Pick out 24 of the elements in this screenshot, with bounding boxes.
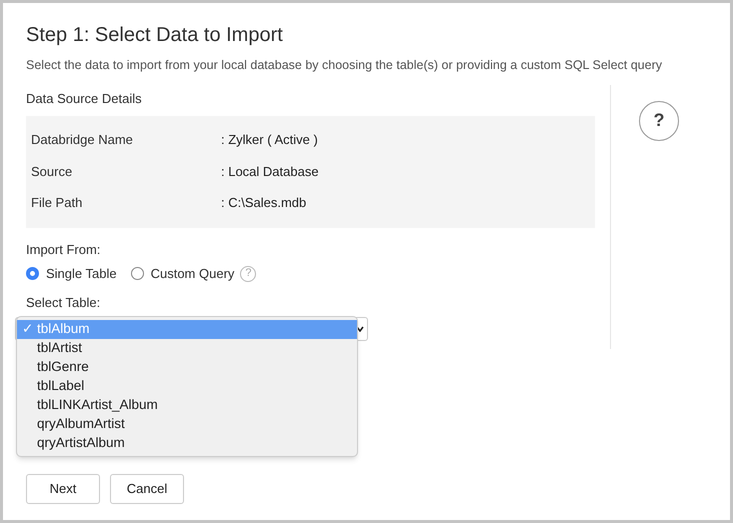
page-title: Step 1: Select Data to Import xyxy=(26,23,283,48)
detail-value: : C:\Sales.mdb xyxy=(221,194,306,212)
dropdown-option[interactable]: tblGenre xyxy=(17,358,357,377)
dropdown-option[interactable]: tblArtist xyxy=(17,339,357,358)
dropdown-option[interactable]: tblLabel xyxy=(17,377,357,396)
detail-value: : Zylker ( Active ) xyxy=(221,131,318,150)
detail-value: : Local Database xyxy=(221,162,319,181)
detail-label: Databridge Name xyxy=(31,131,134,150)
radio-option[interactable]: Custom Query xyxy=(130,264,234,284)
radio-option[interactable]: Single Table xyxy=(26,264,117,284)
section-heading: Data Source Details xyxy=(26,90,142,108)
detail-label: File Path xyxy=(31,194,84,212)
help-button[interactable]: ? xyxy=(639,100,679,141)
action-button[interactable]: Cancel xyxy=(110,474,184,504)
field-label: Import From: xyxy=(26,241,100,260)
detail-label: Source xyxy=(31,162,74,181)
dropdown-option[interactable]: qryAlbumArtist xyxy=(17,415,357,434)
page-description: Select the data to import from your local database by choosing the table(s) or providing a custom SQL Select query xyxy=(26,57,662,74)
check-icon: ✓ xyxy=(22,319,34,340)
action-button[interactable]: Next xyxy=(26,474,100,504)
dropdown-option[interactable]: qryArtistAlbum xyxy=(17,434,357,453)
chevron-icon xyxy=(356,326,364,332)
field-label: Select Table: xyxy=(26,294,100,312)
dropdown-option[interactable]: tblLINKArtist_Album xyxy=(17,396,357,415)
